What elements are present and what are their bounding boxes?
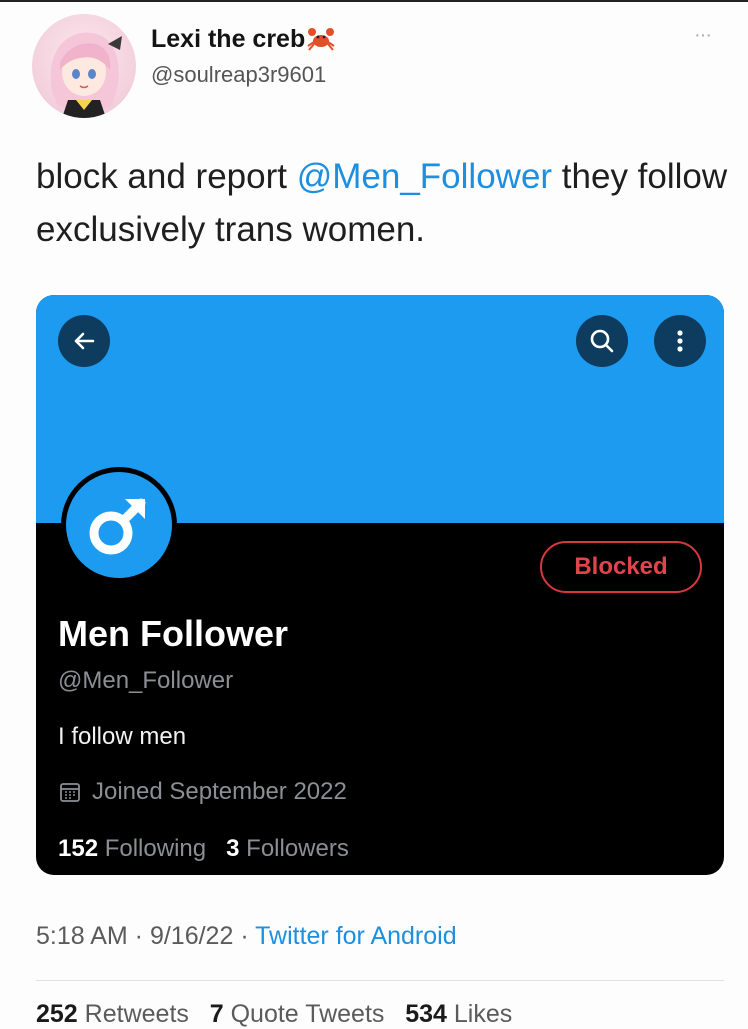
followers-label: Followers: [246, 835, 349, 862]
profile-joined-text: Joined September 2022: [92, 778, 347, 805]
followers-link[interactable]: 3 Followers: [226, 835, 349, 862]
back-button[interactable]: [58, 315, 110, 367]
calendar-icon: [60, 783, 80, 802]
tweet-text: block and report @Men_Follower they foll…: [36, 150, 736, 256]
crab-emoji-icon: [307, 28, 335, 51]
meta-separator-1: ·: [127, 922, 150, 950]
tweet-time[interactable]: 5:18 AM: [36, 922, 128, 950]
arrow-left-icon: [74, 332, 95, 350]
profile-handle: @Men_Follower: [58, 667, 234, 694]
author-name[interactable]: Lexi the creb: [151, 25, 305, 54]
profile-screenshot: Blocked Men Follower @Men_Follower I fol…: [36, 295, 724, 875]
tweet-text-before: block and report: [36, 157, 297, 196]
male-symbol-icon: [89, 498, 146, 555]
following-count: 152: [58, 835, 99, 862]
profile-avatar-fill: [66, 472, 172, 578]
search-icon: [590, 329, 614, 353]
divider: [36, 980, 724, 981]
engagement-counts: 252 Retweets 7 Quote Tweets 534 Likes: [36, 1000, 512, 1029]
tweet-meta: 5:18 AM · 9/16/22 · Twitter for Android: [36, 922, 457, 951]
more-menu-button[interactable]: [654, 315, 706, 367]
tweet-source[interactable]: Twitter for Android: [255, 922, 456, 950]
followers-count: 3: [226, 835, 240, 862]
meta-separator-2: ·: [233, 922, 256, 950]
profile-stats: 152 Following 3 Followers: [58, 835, 349, 863]
search-button[interactable]: [576, 315, 628, 367]
vertical-dots-icon: [677, 330, 683, 352]
author-avatar[interactable]: [32, 14, 136, 118]
mention-link[interactable]: @Men_Follower: [297, 157, 552, 196]
profile-joined: Joined September 2022: [58, 778, 347, 806]
blocked-button[interactable]: Blocked: [540, 541, 702, 593]
profile-name: Men Follower: [58, 613, 289, 654]
following-link[interactable]: 152 Following: [58, 835, 206, 862]
following-label: Following: [104, 835, 207, 862]
more-options-icon[interactable]: ···: [694, 24, 712, 47]
profile-bio: I follow men: [58, 723, 187, 750]
top-border: [0, 0, 748, 2]
anime-girl-avatar-icon: [50, 32, 122, 118]
tweet-date[interactable]: 9/16/22: [150, 922, 233, 950]
profile-avatar[interactable]: [61, 467, 177, 583]
author-handle[interactable]: @soulreap3r9601: [151, 62, 326, 88]
